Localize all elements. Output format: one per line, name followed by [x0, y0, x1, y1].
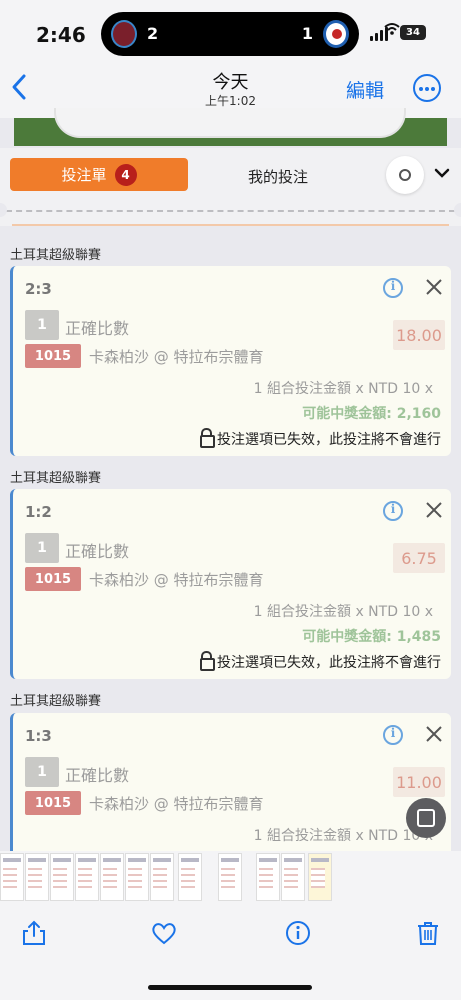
pitch-preview [14, 108, 447, 146]
bet-card: 1:3 1 正確比數 1015 卡森柏沙 @ 特拉布宗體育 11.00 1 組合… [10, 713, 451, 851]
heart-icon[interactable] [150, 919, 178, 947]
match-name: 卡森柏沙 @ 特拉布宗體育 [89, 795, 264, 813]
stake-text: 1 組合投注金額 x NTD 10 x [253, 381, 433, 397]
close-icon[interactable] [425, 278, 443, 296]
scoreboard-panel [54, 108, 406, 138]
bet-type-label: 正確比數 [65, 542, 130, 561]
close-icon[interactable] [425, 725, 443, 743]
match-id-chip: 1015 [25, 567, 81, 591]
odds-value: 6.75 [393, 543, 445, 573]
stake-text: 1 組合投注金額 x NTD 10 x [253, 828, 433, 844]
photo-thumbnail[interactable] [256, 853, 280, 901]
bet-type-number: 1 [25, 310, 59, 340]
live-text-scan-icon[interactable] [406, 798, 446, 838]
close-icon[interactable] [425, 501, 443, 519]
bet-card: 1:2 1 正確比數 1015 卡森柏沙 @ 特拉布宗體育 6.75 1 組合投… [10, 489, 451, 679]
league-title: 土耳其超級聯賽 [10, 471, 102, 486]
bet-score: 1:3 [25, 727, 52, 745]
photo-thumbnail[interactable] [218, 853, 242, 901]
potential-win: 可能中獎金額: 1,485 [302, 629, 441, 645]
info-icon[interactable] [383, 501, 403, 521]
tab-my-bets[interactable]: 我的投注 [248, 166, 308, 187]
bet-score: 2:3 [25, 280, 52, 298]
photo-thumbnail-current[interactable] [308, 853, 332, 901]
league-title: 土耳其超級聯賽 [10, 694, 102, 709]
slip-divider [0, 203, 461, 226]
match-id-chip: 1015 [25, 344, 81, 368]
settings-gear-icon[interactable] [386, 156, 424, 194]
match-name: 卡森柏沙 @ 特拉布宗體育 [89, 571, 264, 589]
live-activity-island[interactable]: 2 1 [101, 12, 359, 56]
tab-betslip-label: 投注單 [61, 166, 107, 184]
bet-score: 1:2 [25, 503, 52, 521]
bet-tabs: 投注單 4 我的投注 [0, 148, 461, 206]
photo-thumbnail[interactable] [75, 853, 99, 901]
photo-thumbnail-strip[interactable] [0, 851, 461, 905]
bet-type-number: 1 [25, 757, 59, 787]
photo-thumbnail[interactable] [125, 853, 149, 901]
expired-notice: 投注選項已失效，此投注將不會進行 [200, 651, 441, 672]
chevron-down-icon[interactable] [433, 166, 451, 180]
battery-icon: 34 [400, 25, 426, 40]
photo-thumbnail[interactable] [281, 853, 305, 901]
lock-icon [200, 428, 215, 448]
photo-thumbnail[interactable] [50, 853, 74, 901]
more-options-icon[interactable] [413, 74, 441, 102]
status-time: 2:46 [36, 23, 86, 47]
info-icon[interactable] [383, 725, 403, 745]
betslip-count-badge: 4 [114, 163, 137, 186]
bet-type-label: 正確比數 [65, 766, 130, 785]
potential-win: 可能中獎金額: 2,160 [302, 406, 441, 422]
info-icon[interactable] [284, 919, 312, 947]
edit-button[interactable]: 編輯 [346, 76, 384, 103]
league-title: 土耳其超級聯賽 [10, 248, 102, 263]
photo-thumbnail[interactable] [178, 853, 202, 901]
info-icon[interactable] [383, 278, 403, 298]
away-score: 1 [301, 24, 313, 43]
photo-thumbnail[interactable] [150, 853, 174, 901]
trash-icon[interactable] [414, 919, 442, 947]
tab-betslip[interactable]: 投注單 4 [10, 158, 188, 191]
expired-notice-text: 投注選項已失效，此投注將不會進行 [217, 432, 441, 448]
lock-icon [200, 651, 215, 671]
stake-text: 1 組合投注金額 x NTD 10 x [253, 604, 433, 620]
photo-thumbnail[interactable] [100, 853, 124, 901]
photo-thumbnail[interactable] [25, 853, 49, 901]
home-score: 2 [147, 24, 159, 43]
photo-time-subtitle: 上午1:02 [205, 94, 256, 108]
bet-type-label: 正確比數 [65, 319, 130, 338]
share-icon[interactable] [20, 919, 48, 947]
photo-thumbnail[interactable] [0, 853, 24, 901]
wifi-icon [384, 22, 400, 40]
bet-card: 2:3 1 正確比數 1015 卡森柏沙 @ 特拉布宗體育 18.00 1 組合… [10, 266, 451, 456]
home-team-logo [111, 20, 137, 48]
match-id-chip: 1015 [25, 791, 81, 815]
bet-type-number: 1 [25, 533, 59, 563]
photo-date-title: 今天 [212, 72, 249, 93]
odds-value: 11.00 [393, 767, 445, 797]
bottom-toolbar [0, 905, 461, 1000]
home-indicator [148, 985, 312, 990]
status-bar: 2:46 2 1 34 [0, 0, 461, 62]
match-name: 卡森柏沙 @ 特拉布宗體育 [89, 348, 264, 366]
expired-notice: 投注選項已失效，此投注將不會進行 [200, 428, 441, 449]
expired-notice-text: 投注選項已失效，此投注將不會進行 [217, 655, 441, 671]
away-team-logo [323, 20, 349, 48]
odds-value: 18.00 [393, 320, 445, 350]
